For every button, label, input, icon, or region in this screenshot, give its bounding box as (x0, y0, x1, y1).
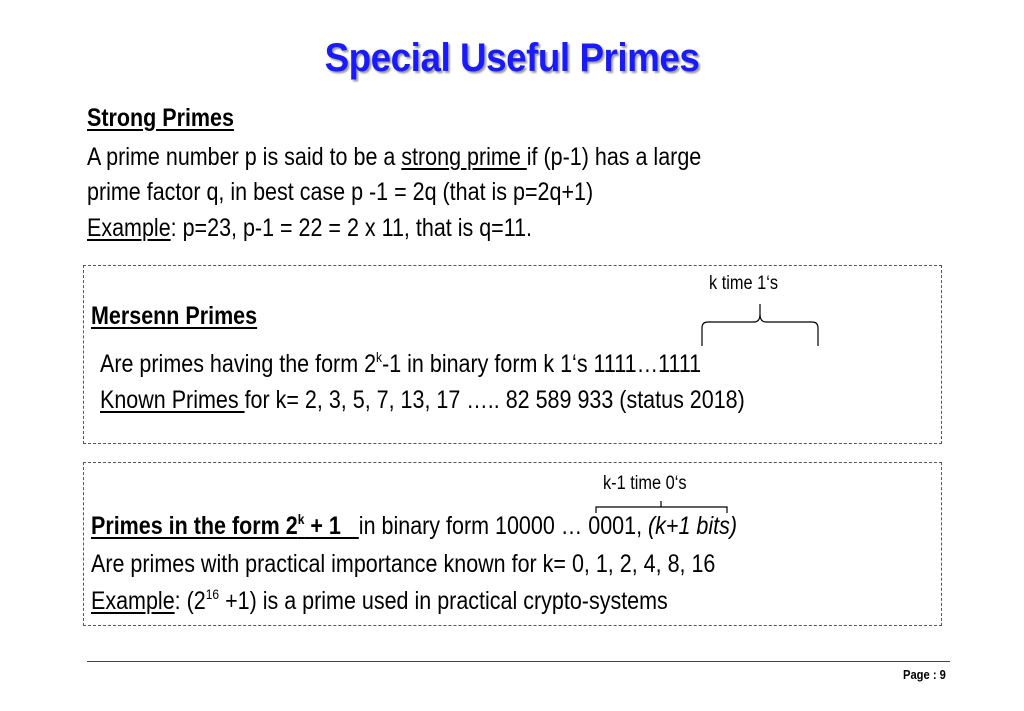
strong-primes-heading-text: Strong Primes (87, 104, 234, 132)
mersenne-line-1: Are primes having the form 2k-1 in binar… (100, 350, 799, 379)
text: Are primes having the form 2 (100, 350, 377, 378)
slide-title: Special Useful Primes (324, 36, 700, 80)
text: prime factor q, in best case p -1 = 2q (… (87, 178, 594, 206)
text: in binary form 10000 … 0001, (358, 512, 649, 540)
mersenne-heading: Mersenn Primes (91, 302, 284, 331)
strong-primes-example: Example: p=23, p-1 = 22 = 2 x 11, that i… (87, 214, 604, 243)
text: -1 in binary form k 1‘s 1111…1111 (382, 350, 702, 378)
mersenne-line-2: Known Primes for k= 2, 3, 5, 7, 13, 17 …… (100, 386, 850, 415)
example-label: Example (87, 214, 171, 242)
page-number: Page : 9 (903, 667, 953, 682)
text: k-1 time 0‘s (603, 473, 687, 494)
fermat-heading: Primes in the form 2k + 1 (91, 512, 359, 540)
text: Primes in the form 2 (91, 512, 298, 540)
text: + 1 (304, 512, 359, 540)
text: if (p-1) has a large (526, 143, 702, 171)
strong-primes-line-1: A prime number p is said to be a strong … (87, 143, 801, 172)
fermat-line-2: Are primes with practical importance kno… (91, 550, 817, 579)
footer-divider (87, 661, 950, 662)
strong-prime-term: strong prime (401, 143, 527, 171)
example-label: Example (91, 587, 175, 615)
fermat-example: Example: (216 +1) is a prime used in pra… (91, 587, 762, 616)
text: : p=23, p-1 = 22 = 2 x 11, that is q=11. (170, 214, 533, 242)
bits-note: (k+1 bits) (648, 512, 738, 540)
text: for k= 2, 3, 5, 7, 13, 17 ….. 82 589 933… (244, 386, 745, 414)
k-ones-annotation: k time 1‘s (709, 273, 789, 295)
fermat-line-1: Primes in the form 2k + 1 in binary form… (91, 512, 842, 541)
strong-primes-line-2: prime factor q, in best case p -1 = 2q (… (87, 178, 676, 207)
known-primes-label: Known Primes (100, 386, 245, 414)
k-minus-1-zeros-annotation: k-1 time 0‘s (603, 473, 700, 495)
text: Mersenn Primes (91, 302, 258, 330)
brace-ones-icon (701, 304, 819, 346)
text: +1) is a prime used in practical crypto-… (219, 587, 668, 615)
strong-primes-heading: Strong Primes (87, 104, 258, 133)
text: : (2 (174, 587, 206, 615)
text: k time 1‘s (709, 273, 779, 294)
text: A prime number p is said to be a (87, 143, 402, 171)
exponent: 16 (205, 586, 220, 602)
text: Page : 9 (903, 667, 946, 682)
text: Are primes with practical importance kno… (91, 550, 716, 578)
